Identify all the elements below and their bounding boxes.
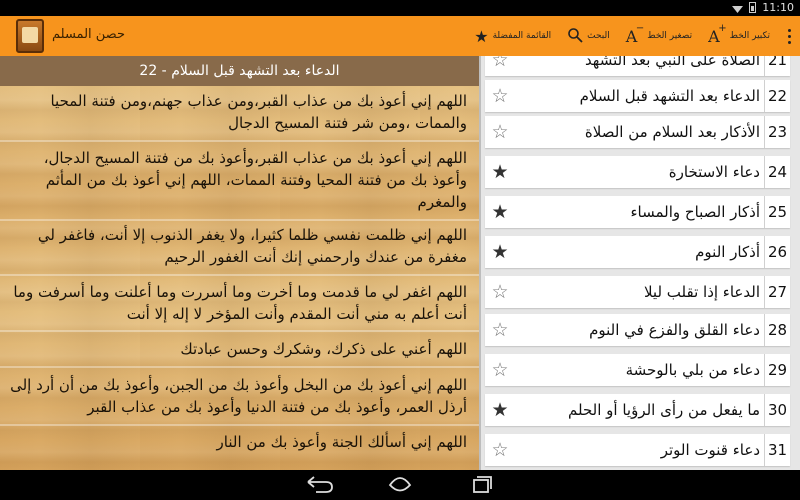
list-item-number: 22 — [764, 80, 790, 112]
list-item[interactable]: ☆ الصلاة على النبي بعد التشهد 21 — [485, 56, 790, 76]
font-increase-button[interactable]: A + تكبير الخط — [700, 16, 778, 56]
list-item[interactable]: ☆ الدعاء بعد التشهد قبل السلام 22 — [485, 80, 790, 112]
font-increase-icon: A + — [708, 22, 727, 46]
list-item-title: دعاء القلق والفزع في النوم — [589, 321, 760, 339]
chapter-list[interactable]: ☆ الصلاة على النبي بعد التشهد 21 ☆ الدعا… — [479, 56, 800, 470]
clock: 11:10 — [762, 1, 794, 14]
list-item[interactable]: ☆ الأذكار بعد السلام من الصلاة 23 — [485, 116, 790, 148]
list-item[interactable]: ★ ما يفعل من رأى الرؤيا أو الحلم 30 — [485, 394, 790, 426]
search-label: البحث — [587, 31, 610, 41]
list-item-number: 24 — [764, 156, 790, 188]
font-decrease-icon: A − — [625, 22, 645, 46]
list-item-number: 27 — [764, 276, 790, 308]
app-logo-icon[interactable] — [16, 19, 44, 53]
list-item-number: 23 — [764, 116, 790, 148]
list-item[interactable]: ☆ دعاء القلق والفزع في النوم 28 — [485, 314, 790, 346]
favorite-star-icon[interactable]: ★ — [489, 241, 511, 263]
list-item-title: دعاء قنوت الوتر — [660, 441, 760, 459]
wifi-icon — [732, 3, 744, 13]
list-item-title: الصلاة على النبي بعد التشهد — [584, 56, 760, 69]
list-item-title: الأذكار بعد السلام من الصلاة — [584, 123, 760, 141]
favorite-star-icon[interactable]: ☆ — [489, 56, 511, 71]
list-item-number: 21 — [764, 56, 790, 76]
list-item-title: أذكار الصباح والمساء — [630, 203, 760, 221]
detail-title: 22 - الدعاء بعد التشهد قبل السلام — [0, 56, 479, 86]
dua-text: اللهم إني أسألك الجنة وأعوذ بك من النار — [216, 433, 467, 451]
favorite-star-icon[interactable]: ★ — [489, 399, 511, 421]
list-item[interactable]: ☆ دعاء قنوت الوتر 31 — [485, 434, 790, 466]
divider — [0, 274, 479, 276]
font-decrease-button[interactable]: A − تصغير الخط — [618, 16, 700, 56]
list-item[interactable]: ★ دعاء الاستخارة 24 — [485, 156, 790, 188]
app-title: حصن المسلم — [52, 27, 125, 42]
status-bar: 11:10 — [0, 0, 800, 16]
dua-text: اللهم أعني على ذكرك، وشكرك وحسن عبادتك — [180, 340, 467, 358]
favorites-label: القائمة المفضلة — [492, 31, 552, 41]
overflow-menu-icon[interactable] — [778, 28, 800, 44]
divider — [0, 140, 479, 142]
dua-text: اللهم اغفر لي ما قدمت وما أخرت وما أسررت… — [13, 283, 467, 323]
divider — [0, 330, 479, 332]
recent-apps-icon[interactable] — [462, 474, 498, 496]
list-item-title: الدعاء إذا تقلب ليلا — [643, 283, 760, 301]
list-item[interactable]: ☆ الدعاء إذا تقلب ليلا 27 — [485, 276, 790, 308]
list-item-number: 26 — [764, 236, 790, 268]
pane-divider — [479, 56, 481, 470]
list-item-title: دعاء الاستخارة — [668, 163, 760, 181]
divider — [0, 424, 479, 426]
list-item-number: 31 — [764, 434, 790, 466]
divider — [0, 366, 479, 368]
search-icon — [567, 27, 583, 46]
list-item-title: أذكار النوم — [695, 243, 760, 261]
favorite-star-icon[interactable]: ☆ — [489, 85, 511, 107]
navigation-bar — [0, 470, 800, 500]
list-item-number: 28 — [764, 314, 790, 346]
home-icon[interactable] — [382, 474, 418, 496]
dua-text: اللهم إني أعوذ بك من عذاب القبر،وأعوذ بك… — [43, 149, 467, 211]
font-decrease-label: تصغير الخط — [647, 31, 693, 41]
list-item-number: 30 — [764, 394, 790, 426]
list-item-title: ما يفعل من رأى الرؤيا أو الحلم — [568, 401, 760, 419]
list-item[interactable]: ☆ دعاء من بلي بالوحشة 29 — [485, 354, 790, 386]
favorite-star-icon[interactable]: ☆ — [489, 439, 511, 461]
favorite-star-icon[interactable]: ☆ — [489, 281, 511, 303]
list-item-title: الدعاء بعد التشهد قبل السلام — [579, 87, 760, 105]
favorites-button[interactable]: ★ القائمة المفضلة — [466, 16, 559, 56]
favorite-star-icon[interactable]: ☆ — [489, 359, 511, 381]
list-item[interactable]: ★ أذكار النوم 26 — [485, 236, 790, 268]
star-icon: ★ — [474, 26, 489, 46]
divider — [0, 219, 479, 221]
battery-icon — [749, 2, 757, 13]
dua-text: اللهم إني أعوذ بك من عذاب القبر،ومن عذاب… — [50, 92, 467, 132]
list-item-number: 25 — [764, 196, 790, 228]
action-bar-actions: ★ القائمة المفضلة البحث A − تصغير الخط A +… — [466, 16, 800, 56]
favorite-star-icon[interactable]: ☆ — [489, 121, 511, 143]
dua-detail-pane[interactable]: 22 - الدعاء بعد التشهد قبل السلام اللهم … — [0, 56, 479, 470]
action-bar: حصن المسلم ★ القائمة المفضلة البحث A − تص… — [0, 16, 800, 56]
list-item-title: دعاء من بلي بالوحشة — [625, 361, 760, 379]
search-button[interactable]: البحث — [559, 16, 618, 56]
dua-text: اللهم إني أعوذ بك من البخل وأعوذ بك من ا… — [10, 376, 467, 416]
favorite-star-icon[interactable]: ☆ — [489, 319, 511, 341]
dua-text: اللهم إني ظلمت نفسي ظلما كثيرا، ولا يغفر… — [37, 226, 467, 266]
list-item[interactable]: ★ أذكار الصباح والمساء 25 — [485, 196, 790, 228]
favorite-star-icon[interactable]: ★ — [489, 161, 511, 183]
list-item-number: 29 — [764, 354, 790, 386]
font-increase-label: تكبير الخط — [729, 31, 770, 41]
back-icon[interactable] — [302, 474, 338, 496]
favorite-star-icon[interactable]: ★ — [489, 201, 511, 223]
